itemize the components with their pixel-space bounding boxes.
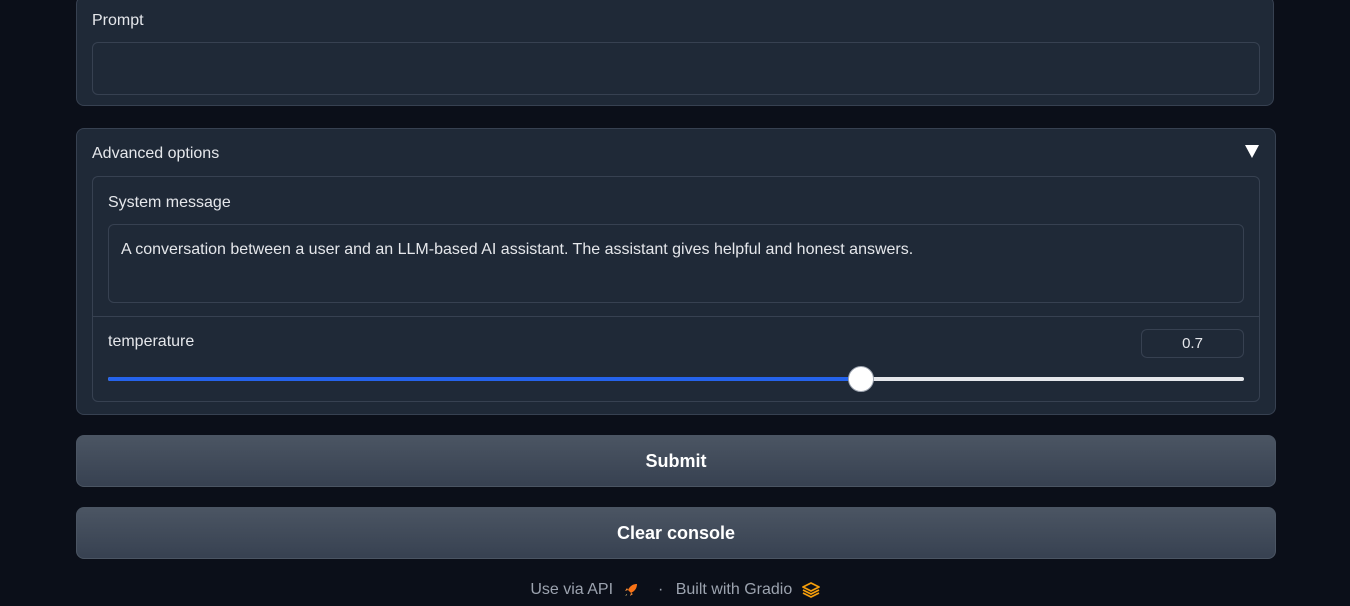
temperature-label: temperature (108, 333, 195, 350)
temperature-slider-fill (108, 377, 862, 381)
prompt-input[interactable] (92, 42, 1260, 95)
advanced-options-accordion: Advanced options System message A conver… (76, 128, 1276, 415)
footer: Use via API · Built with Gradio (0, 581, 1350, 599)
prompt-block: Prompt (76, 0, 1274, 106)
footer-separator: · (657, 581, 664, 598)
rocket-icon (625, 584, 638, 596)
system-message-input[interactable]: A conversation between a user and an LLM… (108, 224, 1244, 303)
page: Prompt Advanced options System message A… (0, 0, 1350, 606)
use-via-api-label: Use via API (530, 581, 614, 598)
submit-button[interactable]: Submit (76, 435, 1276, 487)
temperature-slider-thumb[interactable] (848, 366, 875, 392)
caret-down-icon[interactable] (1245, 145, 1259, 158)
divider (93, 316, 1259, 317)
prompt-label: Prompt (92, 12, 144, 29)
advanced-options-toggle[interactable]: Advanced options (77, 129, 1275, 175)
advanced-options-panel: System message A conversation between a … (92, 176, 1260, 402)
built-with-gradio-link[interactable]: Built with Gradio (676, 581, 820, 598)
gradio-logo-icon (801, 582, 820, 598)
use-via-api-link[interactable]: Use via API (530, 581, 644, 598)
system-message-label: System message (108, 194, 231, 211)
temperature-slider[interactable] (108, 366, 1244, 392)
temperature-number-input[interactable]: 0.7 (1141, 329, 1244, 358)
built-with-gradio-label: Built with Gradio (675, 581, 793, 598)
clear-console-button[interactable]: Clear console (76, 507, 1276, 559)
advanced-options-title: Advanced options (92, 145, 220, 162)
